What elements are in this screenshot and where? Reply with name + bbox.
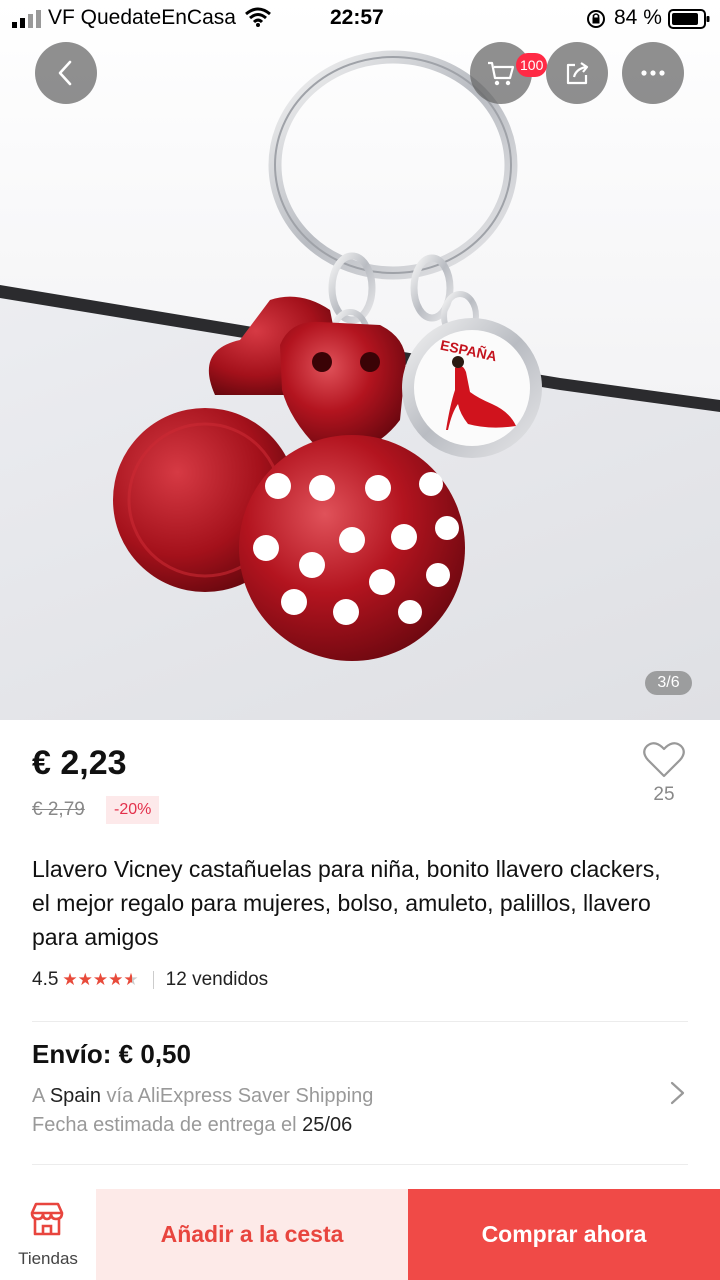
- sold-count: 12 vendidos: [165, 969, 269, 990]
- cart-icon: [488, 61, 515, 86]
- star-half-icon: ★: [123, 970, 139, 989]
- wishlist-count: 25: [653, 784, 675, 805]
- rating-value: 4.5: [32, 969, 59, 990]
- add-to-cart-button[interactable]: Añadir a la cesta: [96, 1189, 408, 1280]
- shipping-method: vía AliExpress Saver Shipping: [106, 1085, 374, 1107]
- wifi-icon: [245, 7, 271, 27]
- image-counter: 3/6: [645, 671, 692, 695]
- battery-icon: [668, 9, 710, 29]
- more-options-button[interactable]: [622, 42, 684, 104]
- stores-button[interactable]: Tiendas: [0, 1189, 96, 1280]
- shipping-title[interactable]: Envío: € 0,50: [32, 1039, 191, 1070]
- star-icon: ★: [77, 970, 93, 989]
- back-icon: [58, 60, 72, 86]
- shipping-country: Spain: [49, 1085, 101, 1107]
- delivery-prefix: Fecha estimada de entrega el: [32, 1114, 297, 1136]
- stores-label: Tiendas: [18, 1249, 78, 1268]
- separator: [152, 971, 154, 989]
- chevron-right-icon[interactable]: [668, 1080, 688, 1106]
- divider: [32, 1164, 688, 1165]
- cart-count-badge: 100: [516, 53, 548, 77]
- status-bar: VF QuedateEnCasa 22:57 84 %: [0, 0, 720, 36]
- delivery-estimate: Fecha estimada de entrega el 25/06: [32, 1114, 352, 1137]
- back-button[interactable]: [35, 42, 97, 104]
- shipping-destination[interactable]: A Spain vía AliExpress Saver Shipping: [32, 1085, 373, 1108]
- rating-row[interactable]: 4.5 ★ ★ ★ ★ ★ 12 vendidos: [32, 967, 268, 993]
- rotation-lock-icon: [587, 10, 605, 28]
- product-title: Llavero Vicney castañuelas para niña, bo…: [32, 856, 661, 950]
- rating-stars: ★ ★ ★ ★ ★: [62, 970, 138, 990]
- star-icon: ★: [92, 970, 109, 989]
- share-icon: [566, 62, 589, 85]
- product-image[interactable]: ESPAÑA: [0, 0, 720, 720]
- heart-icon[interactable]: [642, 740, 686, 780]
- signal-icon: [12, 10, 41, 28]
- keychain-photo: ESPAÑA: [0, 0, 720, 661]
- delivery-date: 25/06: [302, 1114, 353, 1136]
- original-price: € 2,79: [32, 799, 85, 820]
- store-icon: [30, 1202, 64, 1236]
- more-icon: [641, 70, 665, 76]
- share-button[interactable]: [546, 42, 608, 104]
- shipping-to-prefix: A: [32, 1085, 45, 1107]
- divider: [32, 1021, 688, 1022]
- star-icon: ★: [108, 970, 124, 989]
- clock: 22:57: [330, 6, 384, 29]
- current-price: € 2,23: [32, 744, 127, 782]
- battery-percent: 84 %: [614, 6, 662, 29]
- buy-now-button[interactable]: Comprar ahora: [408, 1189, 720, 1280]
- carrier-name: VF QuedateEnCasa: [48, 6, 236, 29]
- bottom-action-bar: Tiendas Añadir a la cesta Comprar ahora: [0, 1189, 720, 1280]
- star-icon: ★: [62, 970, 78, 989]
- discount-badge: -20%: [106, 796, 160, 824]
